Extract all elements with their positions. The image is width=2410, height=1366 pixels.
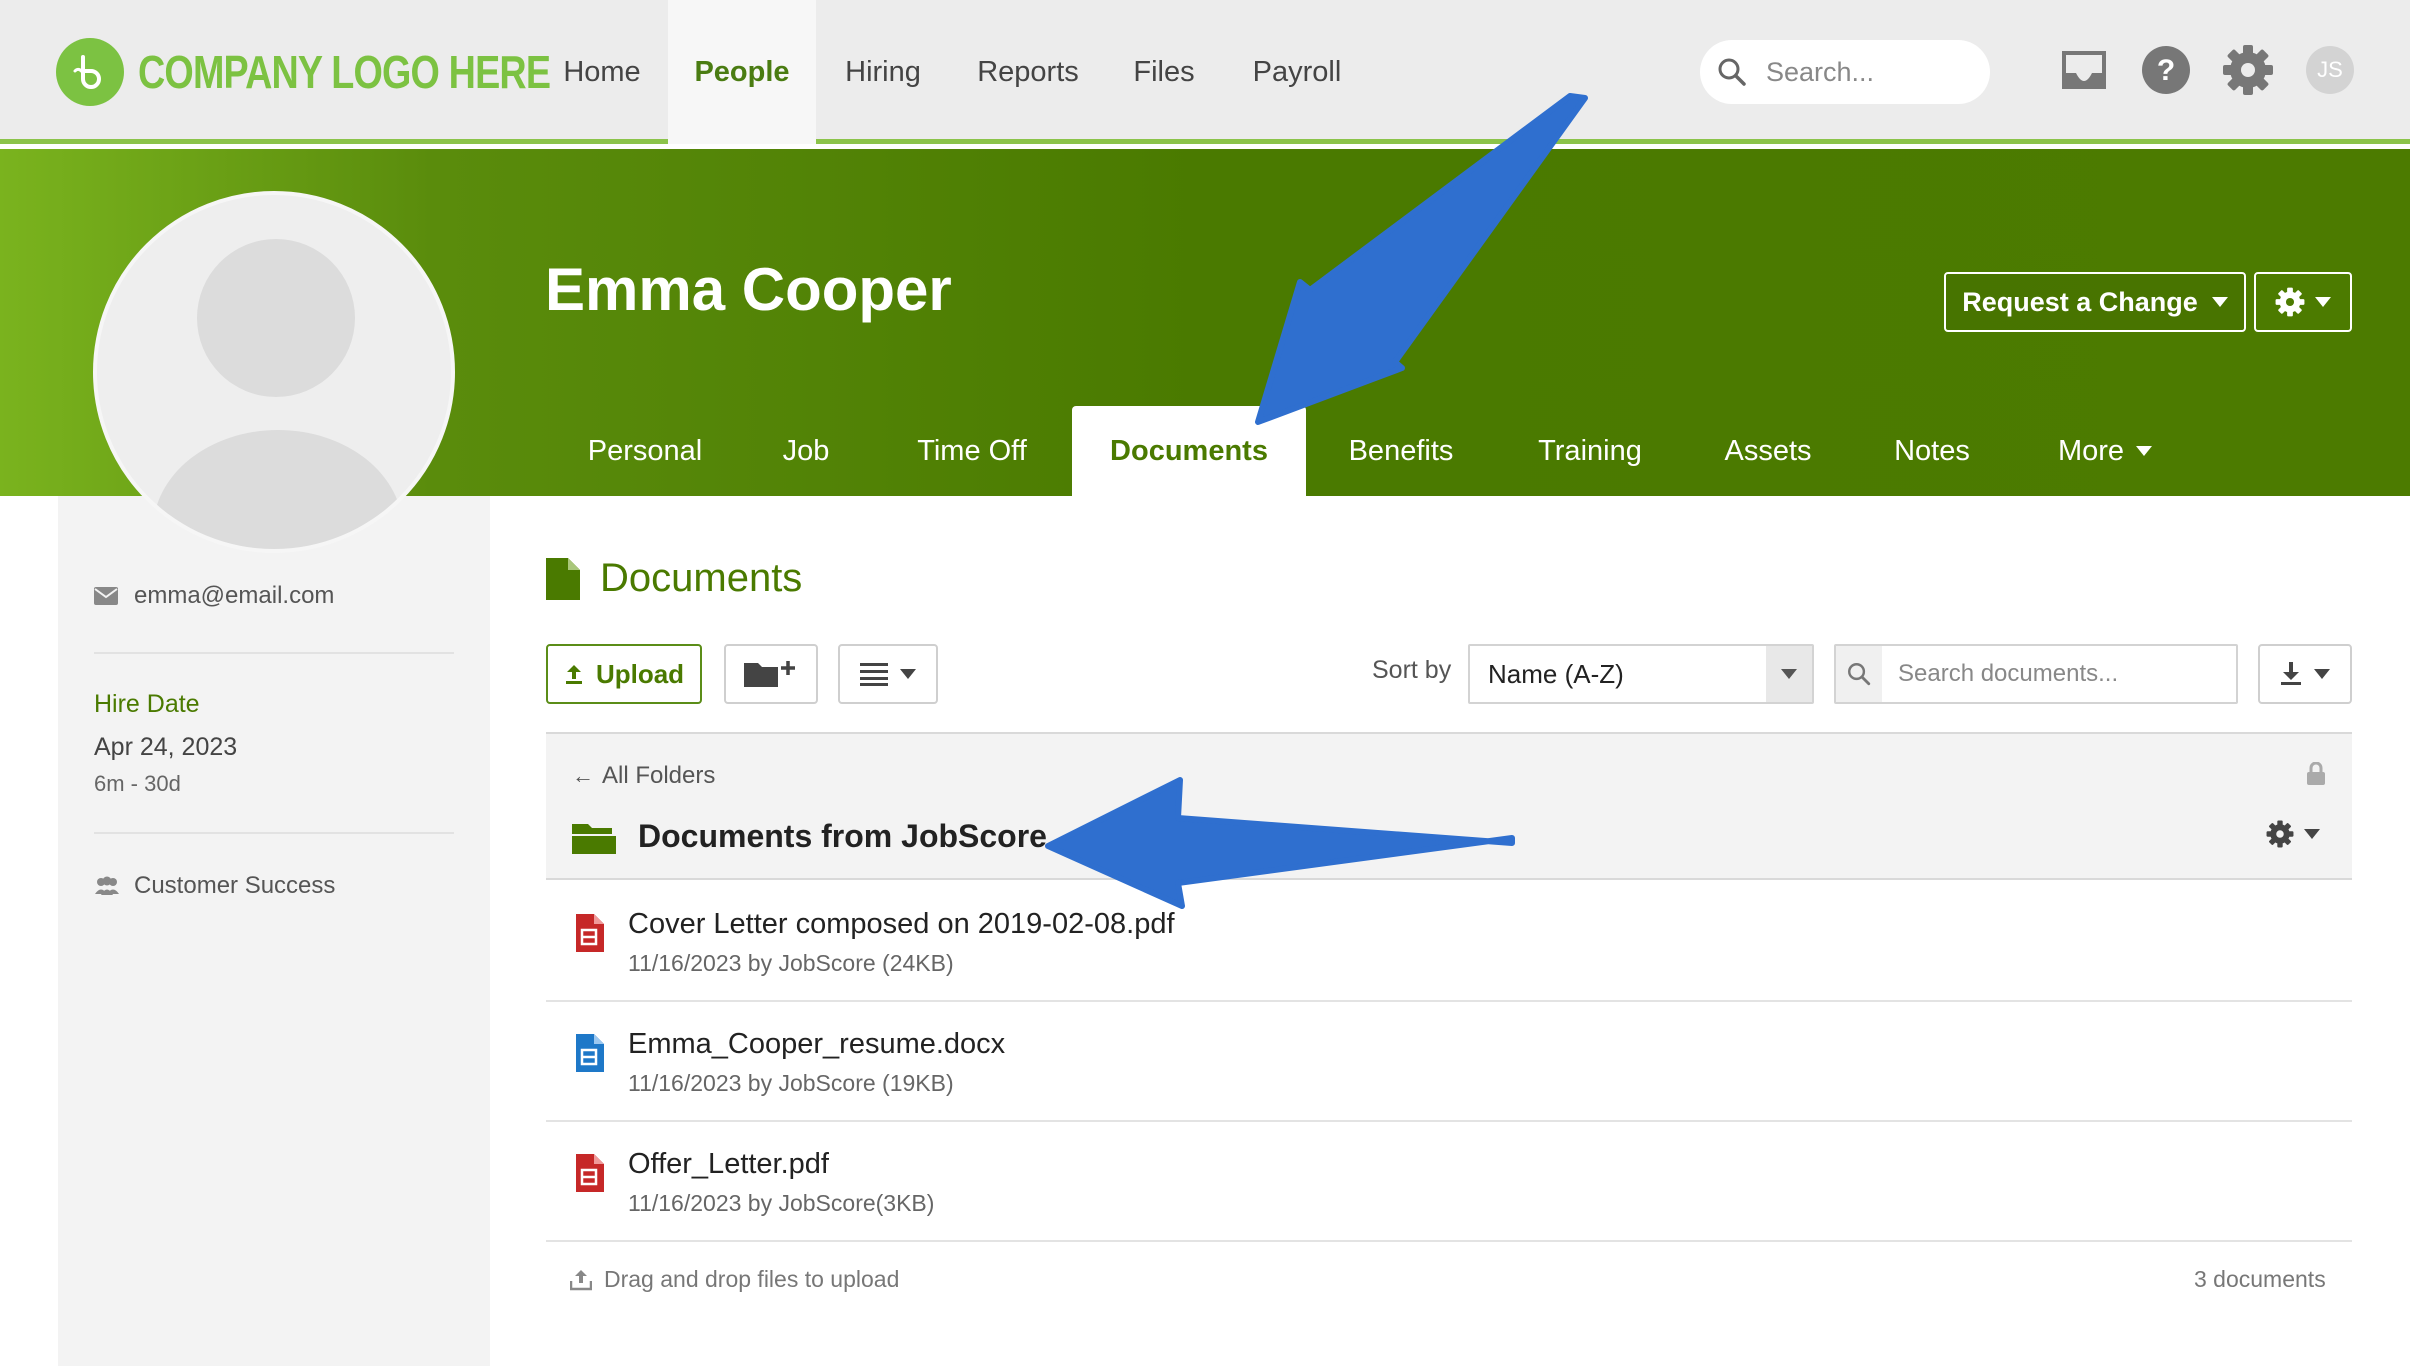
folder-settings-button[interactable] — [2266, 820, 2320, 848]
document-row[interactable]: Cover Letter composed on 2019-02-08.pdf … — [546, 882, 2352, 1002]
logo-mark-icon — [56, 38, 124, 106]
caret-down-icon — [2136, 446, 2153, 456]
list-icon — [860, 663, 888, 686]
gear-icon — [2275, 287, 2305, 317]
document-count: 3 documents — [2194, 1266, 2326, 1292]
drag-drop-hint[interactable]: Drag and drop files to upload — [570, 1266, 899, 1293]
tab-benefits[interactable]: Benefits — [1330, 406, 1472, 496]
word-file-icon — [576, 1034, 604, 1072]
pdf-file-icon — [576, 914, 604, 952]
lock-icon — [2306, 761, 2326, 791]
nav-home[interactable]: Home — [548, 0, 656, 144]
sidebar-divider — [94, 832, 454, 834]
email-text: emma@email.com — [134, 582, 335, 609]
profile-settings-button[interactable] — [2254, 272, 2352, 332]
global-search-input[interactable]: Search... — [1700, 40, 1990, 104]
nav-people[interactable]: People — [668, 0, 816, 144]
upload-icon — [565, 665, 582, 684]
tenure-value: 6m - 30d — [94, 771, 181, 796]
pdf-file-icon — [576, 1154, 604, 1192]
folder-open-icon — [572, 823, 616, 854]
employee-name: Emma Cooper — [545, 256, 952, 323]
tab-assets[interactable]: Assets — [1710, 406, 1826, 496]
sort-by-label: Sort by — [1372, 656, 1452, 684]
sort-select[interactable]: Name (A-Z) — [1468, 644, 1814, 704]
user-avatar[interactable]: JS — [2302, 42, 2358, 98]
nav-reports[interactable]: Reports — [968, 0, 1088, 144]
caret-down-icon — [900, 669, 916, 679]
hire-date-value: Apr 24, 2023 — [94, 733, 238, 761]
nav-payroll[interactable]: Payroll — [1242, 0, 1352, 144]
all-folders-label: All Folders — [602, 762, 716, 789]
document-meta: 11/16/2023 by JobScore (19KB) — [628, 1070, 954, 1096]
user-initials: JS — [2306, 46, 2354, 94]
tab-job[interactable]: Job — [758, 406, 854, 496]
sidebar-department[interactable]: Customer Success — [94, 872, 335, 900]
document-name[interactable]: Cover Letter composed on 2019-02-08.pdf — [628, 908, 1175, 941]
documents-heading: Documents — [546, 556, 802, 601]
tab-personal[interactable]: Personal — [560, 406, 730, 496]
sort-select-value: Name (A-Z) — [1488, 658, 1624, 689]
view-options-button[interactable] — [838, 644, 938, 704]
document-meta: 11/16/2023 by JobScore(3KB) — [628, 1190, 935, 1216]
tab-time-off[interactable]: Time Off — [890, 406, 1054, 496]
upload-label: Upload — [595, 658, 685, 689]
tab-documents[interactable]: Documents — [1072, 406, 1306, 496]
request-change-label: Request a Change — [1962, 286, 2198, 317]
help-icon[interactable]: ? — [2138, 42, 2194, 98]
document-search-input[interactable]: Search documents... — [1834, 644, 2238, 704]
document-row[interactable]: Offer_Letter.pdf 11/16/2023 by JobScore(… — [546, 1122, 2352, 1242]
tab-more-label: More — [2057, 434, 2125, 467]
drag-drop-text: Drag and drop files to upload — [604, 1266, 900, 1292]
department-text: Customer Success — [134, 872, 336, 899]
folder-title-row: Documents from JobScore — [572, 818, 1047, 855]
upload-button[interactable]: Upload — [546, 644, 702, 704]
folder-header-panel: ← All Folders Documents from JobScore — [546, 732, 2352, 880]
download-icon — [2281, 662, 2301, 685]
sidebar-email[interactable]: emma@email.com — [94, 582, 334, 610]
document-meta: 11/16/2023 by JobScore (24KB) — [628, 950, 954, 976]
caret-down-icon — [2304, 829, 2320, 839]
chevron-down-icon — [1766, 646, 1812, 702]
gear-icon — [2266, 820, 2294, 848]
document-row[interactable]: Emma_Cooper_resume.docx 11/16/2023 by Jo… — [546, 1002, 2352, 1122]
folder-plus-icon — [744, 661, 795, 687]
document-icon — [546, 557, 580, 600]
profile-photo[interactable] — [93, 191, 455, 553]
upload-icon — [570, 1269, 592, 1290]
document-name[interactable]: Emma_Cooper_resume.docx — [628, 1028, 1005, 1061]
all-folders-link[interactable]: ← All Folders — [572, 762, 715, 790]
tab-more[interactable]: More — [2040, 406, 2170, 496]
envelope-icon — [94, 587, 118, 605]
svg-text:?: ? — [2157, 54, 2175, 87]
avatar-head-shape — [197, 239, 355, 397]
settings-gear-icon[interactable] — [2220, 42, 2276, 98]
download-button[interactable] — [2258, 644, 2352, 704]
document-search-placeholder: Search documents... — [1898, 660, 2119, 687]
nav-files[interactable]: Files — [1124, 0, 1204, 144]
documents-title: Documents — [600, 556, 803, 600]
avatar-body-shape — [153, 430, 403, 549]
caret-down-icon — [2211, 297, 2228, 307]
search-placeholder: Search... — [1766, 56, 1875, 87]
tab-notes[interactable]: Notes — [1876, 406, 1988, 496]
new-folder-button[interactable] — [724, 644, 818, 704]
nav-hiring[interactable]: Hiring — [828, 0, 938, 144]
sidebar-divider — [94, 652, 454, 654]
people-group-icon — [95, 876, 119, 895]
document-name[interactable]: Offer_Letter.pdf — [628, 1148, 829, 1181]
profile-sidebar — [58, 496, 490, 1366]
tab-training[interactable]: Training — [1520, 406, 1660, 496]
hire-date-label: Hire Date — [94, 690, 200, 718]
request-change-button[interactable]: Request a Change — [1944, 272, 2246, 332]
caret-down-icon — [2314, 669, 2330, 679]
inbox-icon[interactable] — [2056, 42, 2112, 98]
folder-name: Documents from JobScore — [638, 818, 1047, 854]
logo-text: COMPANY LOGO HERE — [138, 46, 551, 98]
back-arrow-icon: ← — [572, 763, 594, 788]
search-icon — [1718, 58, 1746, 86]
caret-down-icon — [2315, 297, 2331, 307]
search-icon — [1836, 646, 1882, 702]
